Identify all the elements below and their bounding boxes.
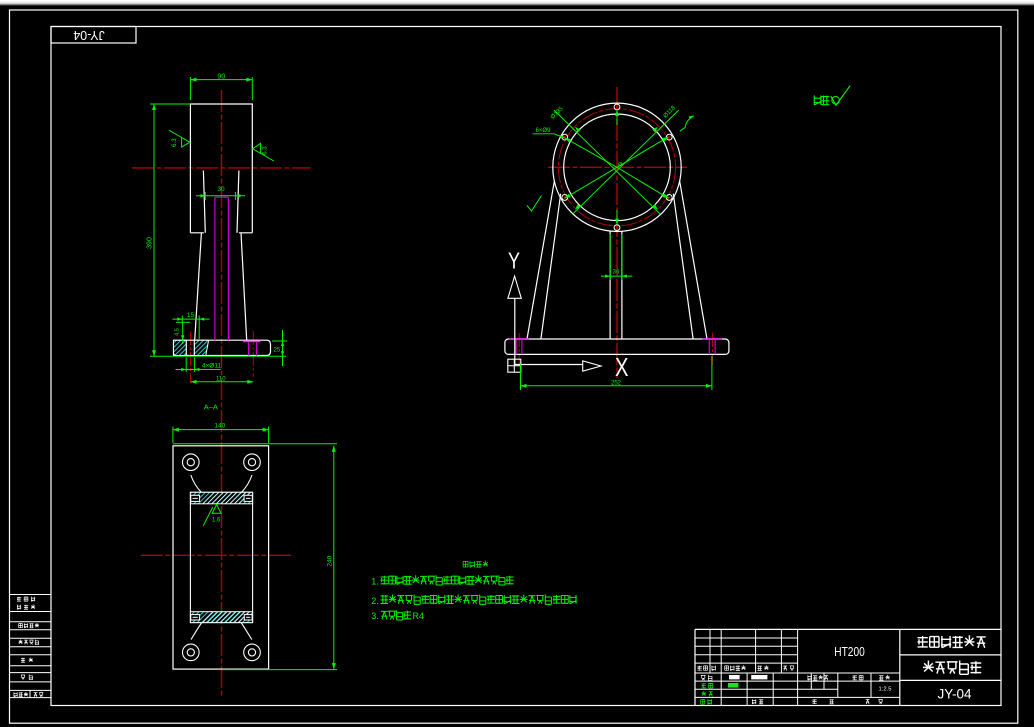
svg-text:90: 90 (217, 73, 225, 80)
svg-text:Y: Y (508, 248, 520, 274)
svg-text:4.5: 4.5 (174, 328, 180, 336)
svg-text:Ø118: Ø118 (663, 105, 678, 120)
svg-text:X: X (615, 352, 629, 382)
svg-text:252: 252 (611, 380, 622, 386)
svg-text:30: 30 (217, 186, 225, 193)
svg-text:6.3: 6.3 (263, 146, 269, 155)
svg-text:6.3: 6.3 (172, 138, 178, 147)
svg-text:JY-04: JY-04 (73, 28, 105, 42)
svg-text:JY-04: JY-04 (937, 687, 972, 702)
svg-text:4×Ø11: 4×Ø11 (202, 362, 222, 369)
svg-text:HT200: HT200 (834, 645, 865, 659)
svg-text:6×Ø9: 6×Ø9 (536, 128, 552, 134)
svg-text:36: 36 (613, 270, 620, 276)
svg-text:1.: 1. (371, 577, 379, 587)
svg-text:140: 140 (214, 422, 225, 429)
svg-text:240: 240 (326, 555, 333, 566)
svg-text:1:2.5: 1:2.5 (879, 687, 892, 693)
svg-text:15: 15 (187, 312, 195, 319)
svg-text:R4: R4 (413, 611, 425, 621)
svg-text:A–A: A–A (204, 403, 218, 412)
svg-text:2.: 2. (371, 596, 379, 606)
svg-text:110: 110 (216, 376, 226, 382)
svg-text:1.6: 1.6 (212, 518, 221, 524)
svg-text:390: 390 (147, 237, 154, 249)
svg-text:3.: 3. (371, 611, 379, 621)
svg-text:25: 25 (273, 347, 280, 353)
svg-text:Ø: Ø (618, 162, 623, 168)
